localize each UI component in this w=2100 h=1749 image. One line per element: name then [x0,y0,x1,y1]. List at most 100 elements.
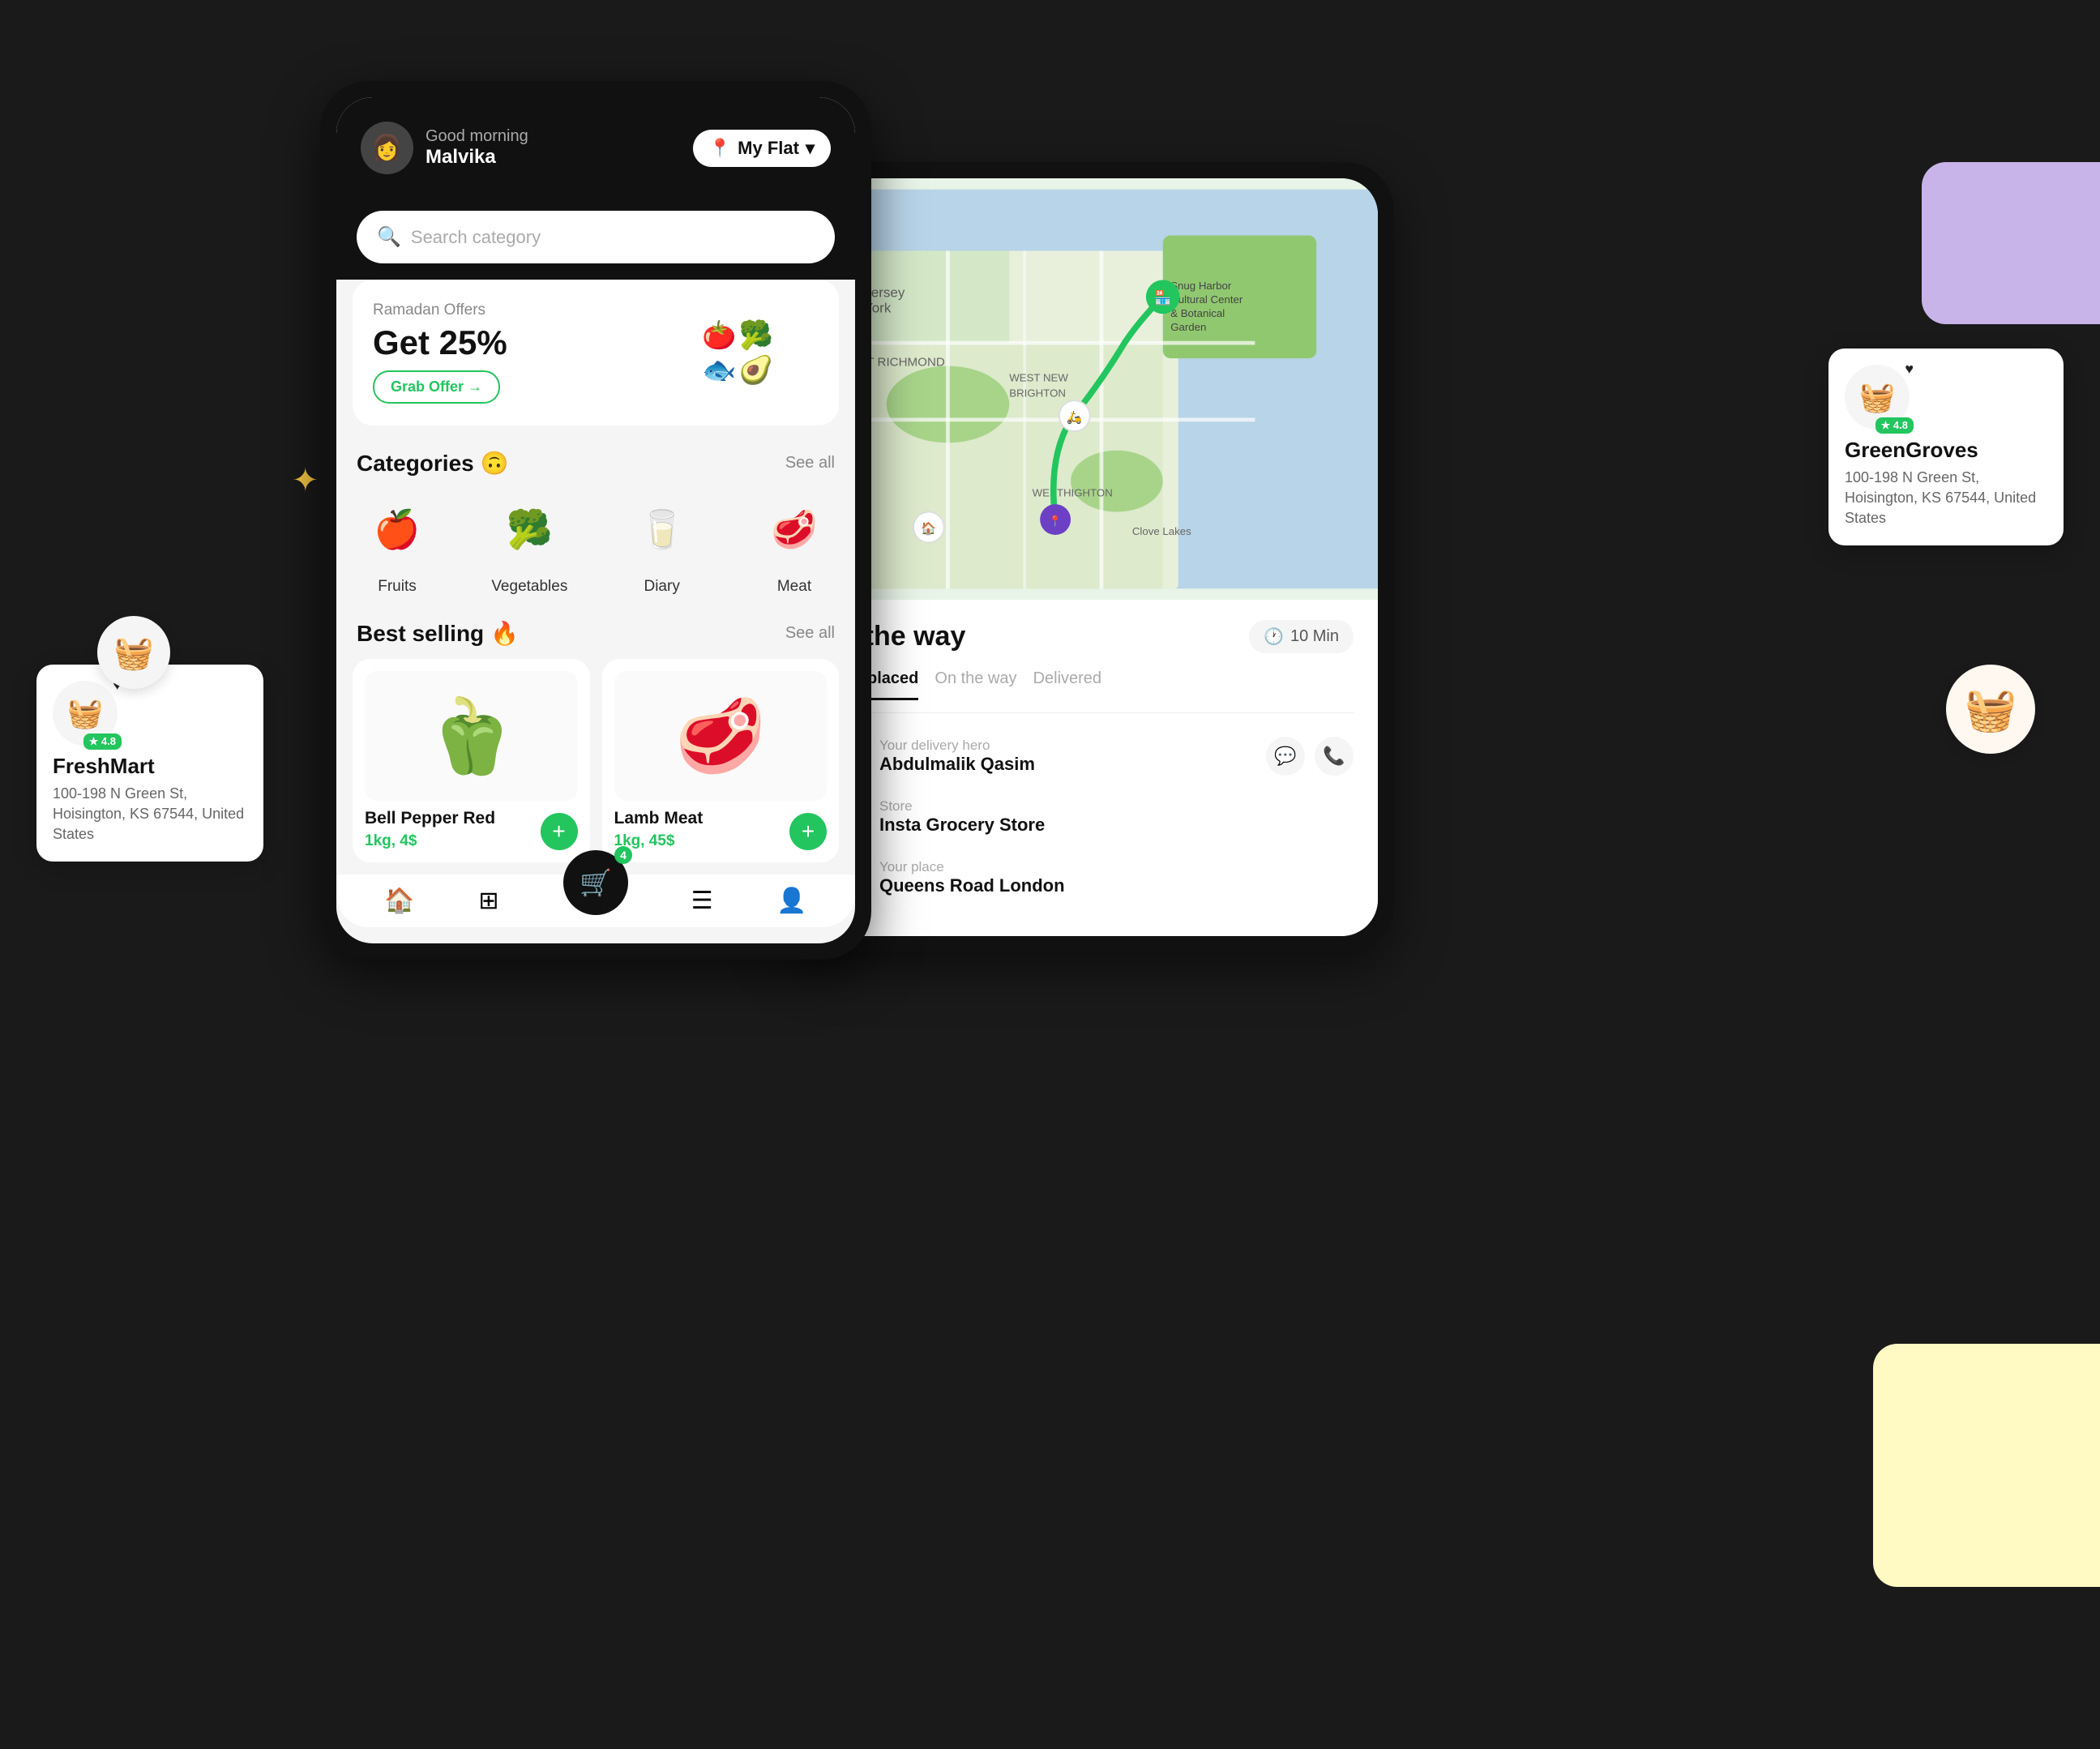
category-meat[interactable]: 🥩 Meat [754,489,835,596]
message-button[interactable]: 💬 [1266,737,1305,776]
step-on-the-way[interactable]: On the way [935,669,1016,700]
freshmart-card[interactable]: 🧺 ♥ ★ 4.8 FreshMart 100-198 N Green St, … [36,665,263,862]
header-user: 👩 Good morning Malvika [361,122,528,174]
phone-main: 👩 Good morning Malvika 📍 My Flat ▾ 🔍 Sea… [320,81,871,960]
vegetables-icon: 🥦 [489,489,570,570]
svg-text:🏠: 🏠 [921,521,936,536]
best-selling-header: Best selling 🔥 See all [336,612,855,659]
greengroves-heart-icon[interactable]: ♥ [1905,361,1914,378]
promo-label: Ramadan Offers [373,301,657,319]
progress-steps: Order placed On the way Delivered [819,669,1354,713]
delivery-place-row: 🔴 Your place Queens Road London [819,855,1354,900]
fruits-icon: 🍎 [357,489,438,570]
nav-profile[interactable]: 👤 [776,887,806,915]
delivery-place-name: Queens Road London [879,875,1354,896]
meat-icon: 🥩 [754,489,835,570]
svg-text:Clove Lakes: Clove Lakes [1132,525,1191,537]
search-bar[interactable]: 🔍 Search category [357,211,835,263]
delivery-store-row: 🔴 Store Insta Grocery Store [819,794,1354,839]
svg-text:Garden: Garden [1170,321,1206,333]
delivery-store-label: Store [879,798,1354,815]
delivery-hero-label: Your delivery hero [879,738,1250,754]
phone-header: 👩 Good morning Malvika 📍 My Flat ▾ [336,97,855,195]
lamb-meat-image: 🥩 [614,671,828,801]
add-lamb-meat-button[interactable]: + [789,813,827,850]
categories-see-all[interactable]: See all [785,454,835,473]
category-diary[interactable]: 🥛 Diary [622,489,703,596]
fruits-label: Fruits [378,578,417,596]
location-label: My Flat [738,138,799,159]
meat-label: Meat [777,578,811,596]
cart-center-button[interactable]: 🛒 4 [563,850,628,915]
greengroves-address: 100-198 N Green St, Hoisington, KS 67544… [1845,468,2047,529]
svg-text:📍: 📍 [1049,515,1063,528]
categories-title: Categories 🙃 [357,450,508,477]
step-delivered[interactable]: Delivered [1033,669,1101,700]
delivery-hero-actions: 💬 📞 [1266,737,1354,776]
product-bell-pepper: 🫑 Bell Pepper Red 1kg, 4$ + [353,659,590,862]
delivery-time: 🕐 10 Min [1249,620,1354,653]
promo-banner: Ramadan Offers Get 25% Grab Offer → 🍅🥦 🐟… [353,280,839,425]
scene: ✦ ✦ 🧺 ♥ ★ 4.8 FreshMart 100-198 N Green … [0,0,2100,1749]
red-basket-icon: 🧺 [1946,665,2035,754]
diary-icon: 🥛 [622,489,703,570]
freshmart-rating: ★ 4.8 [83,733,122,750]
grab-offer-button[interactable]: Grab Offer → [373,370,500,404]
diary-label: Diary [644,578,679,596]
delivery-header: On the way 🕐 10 Min [819,620,1354,653]
clock-icon: 🕐 [1264,626,1284,647]
product-lamb-meat: 🥩 Lamb Meat 1kg, 45$ + [602,659,840,862]
freshmart-icon: 🧺 ♥ ★ 4.8 [53,681,118,746]
products-row: 🫑 Bell Pepper Red 1kg, 4$ + 🥩 Lamb Meat … [336,659,855,862]
cart-badge: 4 [614,846,632,864]
categories-row: 🍎 Fruits 🥦 Vegetables 🥛 Diary 🥩 Meat [336,489,855,612]
best-selling-see-all[interactable]: See all [785,624,835,643]
time-value: 10 Min [1290,627,1339,646]
map-area: New Jersey New York PORT RICHMOND WEST N… [794,178,1378,600]
search-icon: 🔍 [377,225,401,249]
categories-header: Categories 🙃 See all [336,442,855,489]
bell-pepper-image: 🫑 [365,671,578,801]
svg-text:🛵: 🛵 [1067,410,1082,425]
delivery-hero-row: 👤 Your delivery hero Abdulmalik Qasim 💬 … [819,733,1354,778]
greengroves-icon: 🧺 ♥ ★ 4.8 [1845,365,1910,430]
bg-purple-decoration [1922,162,2100,324]
delivery-store-name: Insta Grocery Store [879,815,1354,836]
add-bell-pepper-button[interactable]: + [541,813,578,850]
promo-image: 🍅🥦 🐟🥑 [657,296,819,409]
call-button[interactable]: 📞 [1315,737,1354,776]
category-fruits[interactable]: 🍎 Fruits [357,489,438,596]
bg-yellow-decoration [1873,1344,2100,1587]
nav-grid[interactable]: ⊞ [478,887,498,915]
svg-text:& Botanical: & Botanical [1170,307,1225,319]
avatar: 👩 [361,122,413,174]
greengroves-name: GreenGroves [1845,438,2047,463]
delivery-hero-name: Abdulmalik Qasim [879,754,1250,775]
delivery-store-info: Store Insta Grocery Store [879,798,1354,836]
delivery-place-label: Your place [879,859,1354,875]
nav-menu[interactable]: ☰ [691,887,713,915]
greengroves-rating: ★ 4.8 [1875,417,1914,434]
freshmart-address: 100-198 N Green St, Hoisington, KS 67544… [53,784,247,845]
nav-home[interactable]: 🏠 [384,887,414,915]
delivery-panel: On the way 🕐 10 Min Order placed On the … [794,600,1378,936]
freshmart-name: FreshMart [53,754,247,779]
svg-text:Cultural Center: Cultural Center [1170,293,1243,306]
best-selling-title: Best selling 🔥 [357,620,519,647]
location-pill[interactable]: 📍 My Flat ▾ [693,130,831,167]
delivery-place-info: Your place Queens Road London [879,859,1354,896]
category-vegetables[interactable]: 🥦 Vegetables [489,489,570,596]
vegetables-label: Vegetables [491,578,567,596]
svg-text:WESTHIGHTON: WESTHIGHTON [1033,487,1113,499]
delivery-hero-info: Your delivery hero Abdulmalik Qasim [879,738,1250,775]
location-pin-icon: 📍 [709,138,731,159]
svg-text:BRIGHTON: BRIGHTON [1009,387,1066,399]
bottom-nav: 🏠 ⊞ ☰ 👤 🛒 4 [336,874,855,927]
greengroves-card[interactable]: 🧺 ♥ ★ 4.8 GreenGroves 100-198 N Green St… [1828,349,2064,545]
search-input[interactable]: Search category [411,227,541,248]
user-name: Malvika [426,146,528,169]
svg-text:Snug Harbor: Snug Harbor [1170,280,1232,292]
svg-text:🏪: 🏪 [1154,289,1171,306]
greeting-text: Good morning [426,127,528,146]
chevron-down-icon: ▾ [806,138,815,159]
